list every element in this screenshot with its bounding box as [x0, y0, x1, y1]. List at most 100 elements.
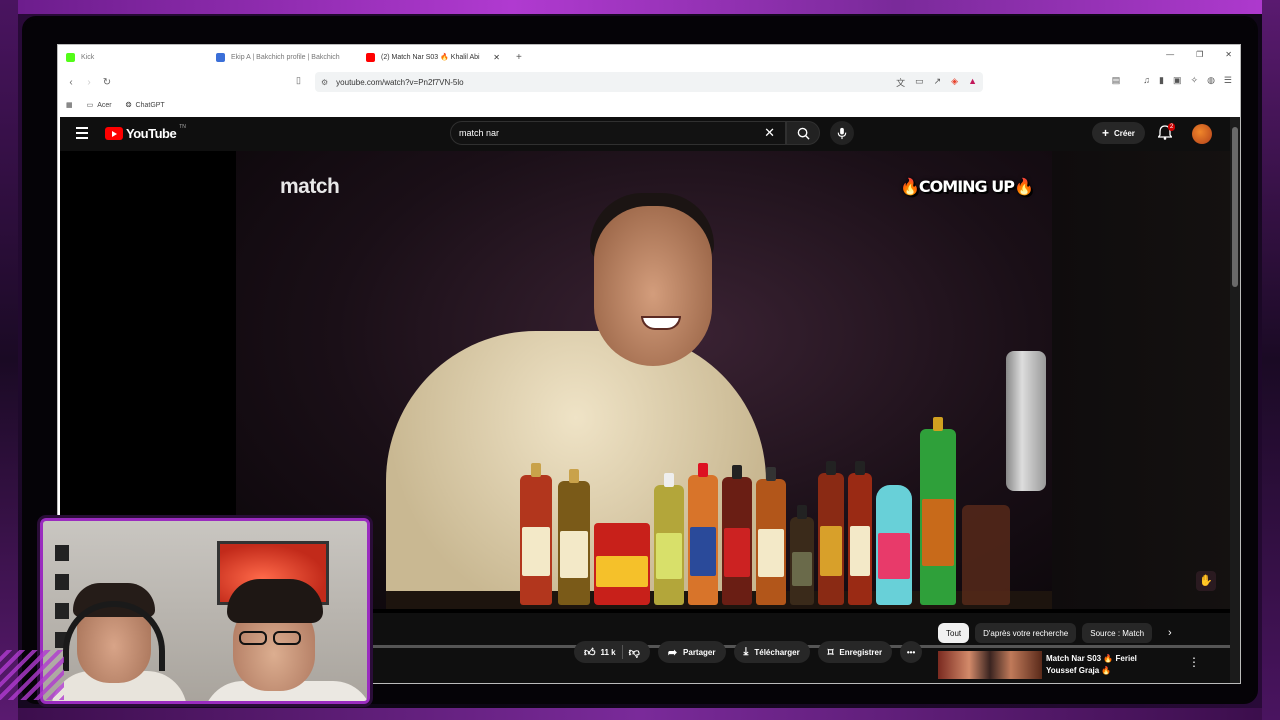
minimize-icon[interactable]: — [1166, 50, 1174, 59]
youtube-logo[interactable]: YouTube TN [105, 124, 186, 141]
more-actions-button[interactable]: ••• [900, 641, 923, 663]
scrollbar-thumb[interactable] [1232, 127, 1238, 287]
close-window-icon[interactable]: ✕ [1225, 50, 1232, 59]
media-icon[interactable]: ♫ [1143, 75, 1150, 86]
menu-icon[interactable]: ☰ [1224, 75, 1232, 86]
cast-icon[interactable]: ▭ [915, 76, 924, 89]
vpn-icon[interactable]: ◍ [1207, 75, 1215, 86]
youtube-wordmark: YouTube [126, 126, 177, 141]
restore-icon[interactable]: ❐ [1196, 50, 1203, 59]
match-watermark: match [280, 175, 340, 198]
youtube-header: YouTube TN match nar ✕ + Créer 2 [60, 117, 1230, 151]
tab-bar: Kick Ekip A | Bakchich profile | Bakchic… [58, 45, 1240, 69]
back-icon[interactable]: ‹ [62, 77, 80, 88]
window-controls: — ❐ ✕ [1166, 50, 1232, 59]
tab-bakchich[interactable]: Ekip A | Bakchich profile | Bakchich [208, 45, 358, 69]
url-text: youtube.com/watch?v=Pn2f7VN-5lo [336, 77, 464, 87]
leo-icon[interactable]: ✧ [1191, 75, 1199, 86]
hot-sauce-bottle [520, 463, 552, 605]
url-bar-icons: 文 ▭ ↗ ◈ ▲ [896, 76, 977, 89]
more-vertical-icon[interactable]: ⋮ [1188, 655, 1200, 669]
share-button[interactable]: ➦ Partager [657, 641, 726, 663]
reader-mode-icon[interactable]: ▤ [1112, 75, 1121, 86]
wallet-icon[interactable]: ▣ [1173, 75, 1182, 86]
recommended-video-title[interactable]: Match Nar S03 🔥 Feriel Youssef Graja 🔥 [1046, 653, 1166, 677]
create-label: Créer [1114, 128, 1135, 138]
search-input[interactable]: match nar ✕ [450, 121, 786, 145]
close-tab-icon[interactable]: ✕ [493, 53, 500, 62]
bookmarks-bar: ▦ ▭ Acer ❂ ChatGPT [58, 95, 1240, 115]
share-label: Partager [683, 647, 716, 657]
new-tab-button[interactable]: + [516, 52, 522, 63]
hot-sauce-bottle [722, 465, 752, 605]
user-avatar[interactable] [1192, 124, 1212, 144]
youtube-favicon-icon [366, 52, 375, 62]
reload-icon[interactable]: ↻ [98, 77, 116, 88]
more-horizontal-icon: ••• [906, 647, 916, 657]
webcam-overlay [40, 518, 370, 704]
video-letterbox [1052, 151, 1234, 609]
clear-search-icon[interactable]: ✕ [764, 125, 775, 141]
save-button[interactable]: ⌑ Enregistrer [817, 641, 893, 663]
forward-icon[interactable]: › [80, 77, 98, 88]
save-label: Enregistrer [839, 647, 883, 657]
share-icon[interactable]: ↗ [934, 76, 942, 89]
recommended-video[interactable]: Match Nar S03 🔥 Feriel Youssef Graja 🔥 ⋮ [938, 651, 1208, 679]
title-line: Match Nar S03 🔥 Feriel [1046, 654, 1137, 663]
streamer-right-hair [227, 579, 323, 623]
glasses [239, 631, 309, 647]
search-button[interactable] [786, 121, 820, 145]
toolbar-icons: ▤ ♫ ▮ ▣ ✧ ◍ ☰ [1112, 75, 1232, 86]
guide-menu-icon[interactable] [76, 127, 88, 142]
apps-grid-icon[interactable]: ▦ [66, 101, 73, 109]
brave-rewards-icon[interactable]: ▲ [968, 76, 977, 89]
create-button[interactable]: + Créer [1092, 122, 1145, 144]
search-icon [797, 127, 810, 140]
coming-up-watermark: 🔥COMING UP🔥 [900, 177, 1034, 196]
tab-youtube-active[interactable]: (2) Match Nar S03 🔥 Khalil Abi ✕ [358, 45, 508, 69]
brave-shield-icon[interactable]: ◈ [951, 76, 958, 89]
like-button[interactable]: 👍︎ 11 k [584, 646, 616, 659]
overlay-left-bar [0, 0, 18, 720]
page-scrollbar[interactable] [1230, 117, 1240, 683]
microphone-icon [837, 127, 847, 139]
thumbs-down-icon[interactable]: 👎︎ [629, 646, 640, 659]
channel-watermark-icon[interactable]: ✋ [1196, 571, 1216, 591]
bookmark-acer[interactable]: ▭ Acer [87, 101, 112, 110]
hot-sauce-bottle [848, 461, 872, 605]
sidebar-icon[interactable]: ▮ [1159, 75, 1164, 86]
download-label: Télécharger [754, 647, 800, 657]
translate-icon[interactable]: 文 [896, 76, 905, 89]
notification-badge: 2 [1168, 123, 1176, 131]
chip-related-search[interactable]: D'après votre recherche [975, 623, 1077, 643]
chatgpt-icon: ❂ [125, 102, 132, 109]
hot-sauce-bottle [756, 467, 786, 605]
hot-sauce-bottle [688, 463, 718, 605]
bookmark-icon: ⌑ [827, 646, 834, 659]
region-code: TN [179, 124, 186, 130]
site-info-icon[interactable]: ⚙ [321, 78, 328, 87]
overlay-top-bar [0, 0, 1280, 14]
soda-bottle [920, 417, 956, 605]
tab-kick[interactable]: Kick [58, 45, 208, 69]
voice-search-button[interactable] [830, 121, 854, 145]
thumbs-up-icon: 👍︎ [584, 646, 596, 659]
overlay-bottom-bar [0, 708, 1280, 720]
bookmark-page-icon[interactable]: ▯ [296, 75, 301, 86]
kick-favicon-icon [66, 52, 75, 62]
chevron-right-icon[interactable]: › [1168, 627, 1172, 639]
chip-all[interactable]: Tout [938, 623, 970, 643]
hot-sauce-bottle [818, 461, 844, 605]
address-bar-row: ‹ › ↻ ▯ ⚙ youtube.com/watch?v=Pn2f7VN-5l… [58, 69, 1240, 95]
download-button[interactable]: ⤓ Télécharger [733, 641, 810, 663]
tab-label: (2) Match Nar S03 🔥 Khalil Abi [381, 54, 480, 61]
bookmark-chatgpt[interactable]: ❂ ChatGPT [125, 101, 165, 110]
plus-icon: + [1102, 126, 1110, 140]
title-line: Youssef Graja 🔥 [1046, 666, 1112, 675]
video-actions: 👍︎ 11 k 👎︎ ➦ Partager ⤓ Télécharger ⌑ En… [574, 641, 923, 663]
chip-source-match[interactable]: Source : Match [1082, 623, 1153, 643]
url-field[interactable]: ⚙ youtube.com/watch?v=Pn2f7VN-5lo 文 ▭ ↗ … [315, 72, 983, 92]
divider [621, 645, 623, 659]
like-count: 11 k [600, 647, 616, 657]
video-thumbnail[interactable] [938, 651, 1042, 679]
